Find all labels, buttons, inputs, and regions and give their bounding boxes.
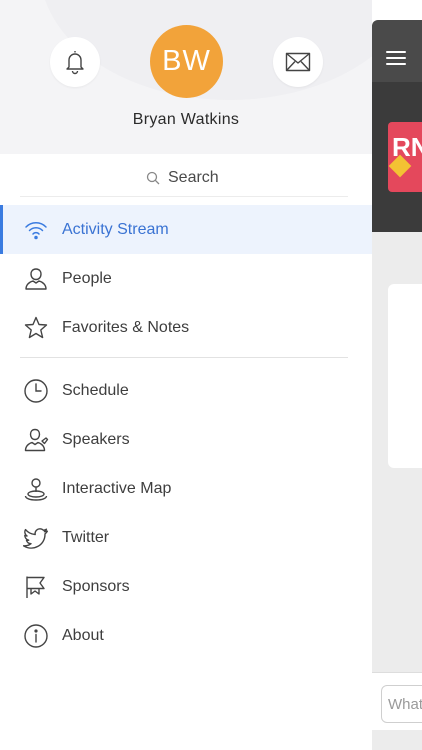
nav-item-label: Interactive Map (62, 479, 172, 497)
nav-item-sponsors[interactable]: Sponsors (0, 562, 372, 611)
profile-header: BW Bryan Watkins (0, 0, 372, 154)
person-icon (25, 268, 47, 290)
post-input[interactable]: What (381, 685, 422, 723)
nav-item-favorites-notes[interactable]: Favorites & Notes (0, 303, 372, 352)
bell-icon (66, 51, 84, 75)
search-icon (146, 171, 160, 185)
nav-item-people[interactable]: People (0, 254, 372, 303)
nav-item-activity-stream[interactable]: Activity Stream (0, 205, 372, 254)
notifications-button[interactable] (50, 37, 100, 87)
flag-icon (26, 576, 45, 598)
info-icon (24, 624, 48, 648)
messages-button[interactable] (273, 37, 323, 87)
avatar-initials: BW (162, 45, 211, 77)
nav-item-schedule[interactable]: Schedule (0, 366, 372, 415)
background-input-bar: What (372, 672, 422, 730)
background-app[interactable]: RN What (372, 20, 422, 750)
clock-icon (24, 379, 48, 403)
speaker-icon (24, 428, 49, 452)
wifi-icon (25, 222, 47, 240)
nav-item-label: Activity Stream (62, 220, 169, 238)
nav-item-twitter[interactable]: Twitter (0, 513, 372, 562)
nav-item-label: Twitter (62, 528, 110, 546)
background-card (388, 284, 422, 468)
search-bar[interactable]: Search (0, 154, 372, 204)
search-label: Search (168, 169, 219, 186)
avatar[interactable]: BW (150, 25, 223, 98)
nav-item-speakers[interactable]: Speakers (0, 415, 372, 464)
hamburger-menu-icon[interactable] (386, 51, 406, 69)
nav-item-label: People (62, 269, 112, 287)
search-underline (20, 196, 348, 197)
twitter-icon (23, 528, 48, 549)
user-name[interactable]: Bryan Watkins (0, 111, 372, 129)
nav-item-label: Schedule (62, 381, 129, 399)
nav-item-about[interactable]: About (0, 611, 372, 660)
navigation-drawer: BW Bryan Watkins Search Activity Stream … (0, 0, 372, 750)
nav-divider (20, 357, 348, 358)
nav-item-interactive-map[interactable]: Interactive Map (0, 464, 372, 513)
map-pin-icon (24, 478, 48, 501)
envelope-icon (285, 52, 311, 72)
nav-item-label: Sponsors (62, 577, 130, 595)
nav-item-label: Speakers (62, 430, 130, 448)
star-icon (24, 316, 48, 339)
event-logo: RN (388, 122, 422, 192)
nav-item-label: About (62, 626, 104, 644)
nav-item-label: Favorites & Notes (62, 318, 190, 336)
